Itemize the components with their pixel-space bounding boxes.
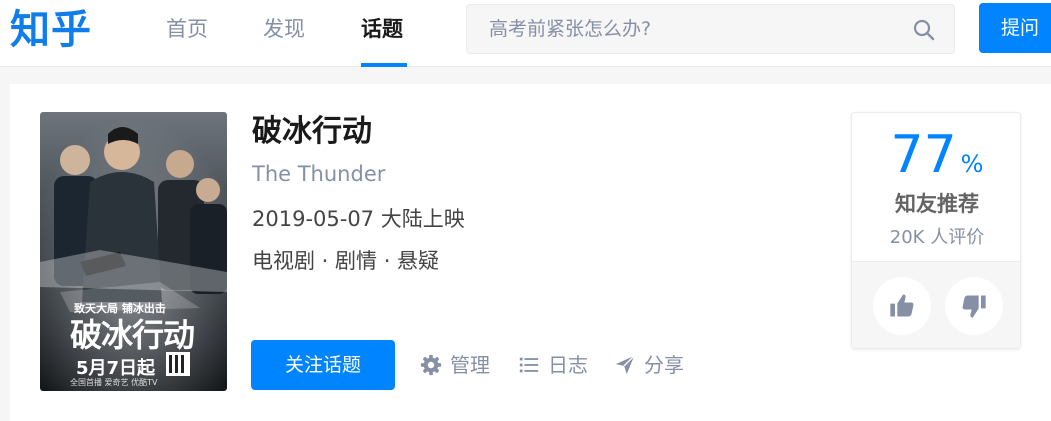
poster-title: 破冰行动 (70, 316, 195, 354)
share-label: 分享 (644, 353, 684, 377)
recommendation-panel: 77% 知友推荐 20K 人评价 (851, 112, 1021, 349)
nav-home[interactable]: 首页 (166, 14, 208, 44)
genre-tags: 电视剧 · 剧情 · 悬疑 (252, 249, 440, 273)
ask-question-button[interactable]: 提问 (979, 3, 1051, 53)
zhihu-logo[interactable]: 知乎 (10, 8, 92, 52)
share-button[interactable]: 分享 (614, 350, 684, 380)
log-label: 日志 (548, 353, 588, 377)
manage-button[interactable]: 管理 (420, 350, 490, 380)
top-bar: 知乎 首页 发现 话题 提问 (0, 0, 1051, 67)
score-value: 77 (890, 125, 957, 185)
score-unit: % (960, 150, 984, 178)
poster-tagline: 致天大局 铺冰出击 (74, 302, 166, 315)
topic-english-title: The Thunder (252, 162, 386, 186)
log-button[interactable]: 日志 (518, 350, 588, 380)
thumbs-up-icon (890, 294, 914, 317)
gear-icon (420, 354, 442, 376)
nav-topics[interactable]: 话题 (361, 14, 403, 44)
topic-title: 破冰行动 (252, 114, 372, 149)
vote-area (852, 261, 1020, 348)
recommendation-label: 知友推荐 (895, 192, 979, 216)
thumbs-up-button[interactable] (873, 277, 931, 335)
poster-qr-code (166, 352, 190, 376)
search-icon[interactable] (912, 18, 936, 42)
topic-card: 致天大局 铺冰出击 破冰行动 5月7日起 全国首播 爱奇艺 优酷TV 破冰行动 … (10, 84, 1051, 421)
thumbs-down-button[interactable] (945, 277, 1003, 335)
paper-plane-icon (615, 355, 635, 375)
release-info: 2019-05-07 大陆上映 (252, 207, 465, 231)
list-icon (519, 357, 539, 373)
recommendation-score: 77% (852, 127, 1022, 195)
poster-broadcasters: 全国首播 爱奇艺 优酷TV (70, 378, 158, 387)
search-input[interactable] (489, 13, 889, 45)
manage-label: 管理 (450, 353, 490, 377)
nav-active-indicator (361, 63, 407, 67)
search-box (466, 4, 955, 54)
thumbs-down-icon (962, 295, 986, 318)
nav-explore[interactable]: 发现 (263, 14, 305, 44)
rating-count: 20K 人评价 (889, 227, 985, 248)
follow-topic-button[interactable]: 关注话题 (251, 340, 395, 390)
topic-poster: 致天大局 铺冰出击 破冰行动 5月7日起 全国首播 爱奇艺 优酷TV (40, 112, 227, 391)
